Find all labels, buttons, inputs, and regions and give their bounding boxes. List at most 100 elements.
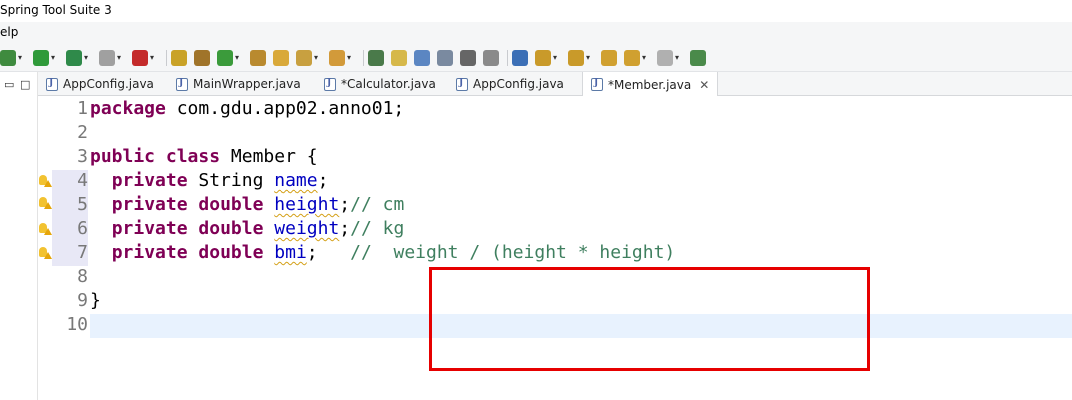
line-number-gutter: 1 2 3 4 5 6 7 8 9 10 xyxy=(52,96,90,400)
maximize-button[interactable]: □ xyxy=(20,78,30,91)
code-line-4: private String name; xyxy=(111,170,329,191)
chevron-down-icon[interactable]: ▾ xyxy=(150,53,158,62)
new-window-icon xyxy=(690,49,706,66)
toolbar-separator xyxy=(363,50,364,66)
prev-annotation-button[interactable]: ▾ xyxy=(568,49,594,66)
mark-occurrences-button[interactable] xyxy=(414,49,430,66)
chevron-down-icon[interactable]: ▾ xyxy=(675,53,683,62)
line-number: 8 xyxy=(77,266,88,287)
server-button[interactable]: ▾ xyxy=(132,49,158,66)
open-type-icon xyxy=(171,49,187,66)
window-title: Spring Tool Suite 3 xyxy=(0,3,112,17)
tab-mainwrapper[interactable]: MainWrapper.java xyxy=(176,72,301,96)
debug-button[interactable]: ▾ xyxy=(0,49,26,66)
debug-icon xyxy=(0,49,16,66)
new-package-button[interactable] xyxy=(194,49,210,66)
line-number: 3 xyxy=(77,146,88,167)
open-project-button[interactable]: ▾ xyxy=(329,49,355,66)
tab-calculator[interactable]: *Calculator.java xyxy=(324,72,436,96)
annotation-ruler xyxy=(38,96,52,400)
close-icon[interactable]: ✕ xyxy=(699,78,709,92)
chevron-down-icon[interactable]: ▾ xyxy=(117,53,125,62)
code-line-7: private double bmi; // weight / (height … xyxy=(111,242,676,263)
warning-marker-line-4[interactable] xyxy=(39,175,52,187)
title-bar: Spring Tool Suite 3 xyxy=(0,0,1072,22)
open-task-icon xyxy=(250,49,266,66)
warning-marker-line-7[interactable] xyxy=(39,247,52,259)
new-class-icon xyxy=(217,49,233,66)
last-edit-button[interactable] xyxy=(601,49,617,66)
tab-appconfig-2[interactable]: AppConfig.java xyxy=(456,72,564,96)
code-line-9: } xyxy=(90,290,101,311)
forward-button[interactable]: ▾ xyxy=(657,49,683,66)
next-annotation-icon xyxy=(535,49,551,66)
code-line-5: private double height;// cm xyxy=(111,194,405,215)
edit-button[interactable] xyxy=(391,49,407,66)
back-button[interactable]: ▾ xyxy=(624,49,650,66)
server-icon xyxy=(132,49,148,66)
show-whitespace-icon xyxy=(460,49,476,66)
show-whitespace-button[interactable] xyxy=(460,49,476,66)
last-edit-icon xyxy=(601,49,617,66)
warning-marker-line-6[interactable] xyxy=(39,223,52,235)
line-number: 7 xyxy=(77,242,88,263)
folder-button[interactable] xyxy=(273,49,289,66)
block-selection-icon xyxy=(437,49,453,66)
run-external-icon xyxy=(66,49,82,66)
line-number: 2 xyxy=(77,122,88,143)
open-project-icon xyxy=(329,49,345,66)
line-number: 10 xyxy=(66,314,88,335)
run-icon xyxy=(33,49,49,66)
open-task-button[interactable] xyxy=(250,49,266,66)
new-window-button[interactable] xyxy=(690,49,706,66)
annotation-button[interactable] xyxy=(483,49,499,66)
chevron-down-icon[interactable]: ▾ xyxy=(347,53,355,62)
main-toolbar: ▾ ▾ ▾ ▾ ▾ ▾ ▾ ▾ ▾ ▾ ▾ ▾ xyxy=(0,44,1072,72)
back-icon xyxy=(624,49,640,66)
block-selection-button[interactable] xyxy=(437,49,453,66)
minimize-button[interactable]: ▭ xyxy=(4,78,14,91)
line-number: 4 xyxy=(77,170,88,191)
globe-button[interactable] xyxy=(512,49,528,66)
code-line-1: package com.gdu.app02.anno01; xyxy=(90,98,405,119)
chevron-down-icon[interactable]: ▾ xyxy=(18,53,26,62)
chevron-down-icon[interactable]: ▾ xyxy=(553,53,561,62)
forward-icon xyxy=(657,49,673,66)
search-button[interactable]: ▾ xyxy=(296,49,322,66)
warning-marker-line-5[interactable] xyxy=(39,197,52,209)
stop-icon xyxy=(99,49,115,66)
java-file-icon xyxy=(324,77,336,91)
line-number: 5 xyxy=(77,194,88,215)
java-file-icon xyxy=(591,78,603,91)
tab-member[interactable]: *Member.java ✕ xyxy=(582,72,719,97)
chevron-down-icon[interactable]: ▾ xyxy=(84,53,92,62)
chevron-down-icon[interactable]: ▾ xyxy=(51,53,59,62)
tab-label: AppConfig.java xyxy=(63,77,154,91)
run-external-button[interactable]: ▾ xyxy=(66,49,92,66)
stop-button[interactable]: ▾ xyxy=(99,49,125,66)
chevron-down-icon[interactable]: ▾ xyxy=(642,53,650,62)
chevron-down-icon[interactable]: ▾ xyxy=(586,53,594,62)
run-button[interactable]: ▾ xyxy=(33,49,59,66)
menu-help[interactable]: elp xyxy=(0,25,18,39)
chevron-down-icon[interactable]: ▾ xyxy=(314,53,322,62)
folder-icon xyxy=(273,49,289,66)
open-type-button[interactable] xyxy=(171,49,187,66)
pin-button[interactable] xyxy=(368,49,384,66)
next-annotation-button[interactable]: ▾ xyxy=(535,49,561,66)
warning-icon xyxy=(44,180,52,187)
warning-icon xyxy=(44,202,52,209)
new-class-button[interactable]: ▾ xyxy=(217,49,243,66)
chevron-down-icon[interactable]: ▾ xyxy=(235,53,243,62)
prev-annotation-icon xyxy=(568,49,584,66)
tab-appconfig-1[interactable]: AppConfig.java xyxy=(46,72,154,96)
code-editor[interactable]: 1 2 3 4 5 6 7 8 9 10 package com.gdu.app… xyxy=(38,96,1072,400)
java-file-icon xyxy=(46,77,58,91)
tab-label: *Member.java xyxy=(608,77,692,92)
tab-label: AppConfig.java xyxy=(473,77,564,91)
left-pane: ▭ □ xyxy=(0,72,38,400)
warning-icon xyxy=(44,228,52,235)
edit-icon xyxy=(391,49,407,66)
mark-occurrences-icon xyxy=(414,49,430,66)
toolbar-separator xyxy=(166,50,167,66)
